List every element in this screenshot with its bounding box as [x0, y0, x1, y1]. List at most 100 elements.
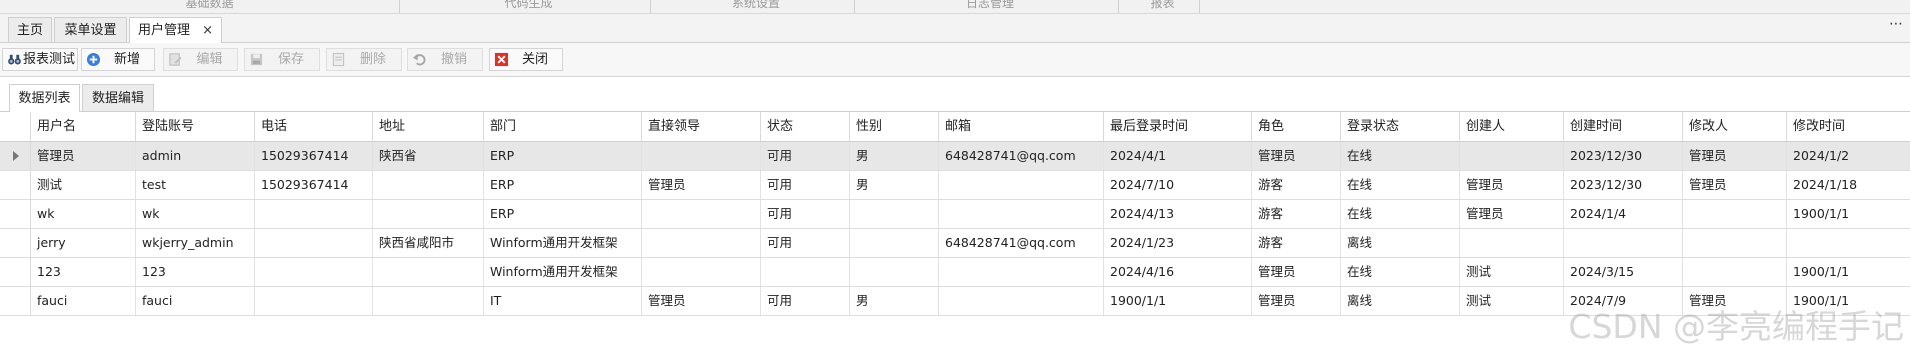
- table-cell[interactable]: 1900/1/1: [1787, 200, 1910, 228]
- close-icon[interactable]: ×: [202, 18, 213, 43]
- table-cell[interactable]: 测试: [1460, 258, 1564, 286]
- row-indicator[interactable]: [0, 142, 31, 170]
- menu-item-basic-data[interactable]: 基础数据: [14, 0, 400, 13]
- table-cell[interactable]: ERP: [484, 171, 642, 199]
- row-indicator[interactable]: [0, 258, 31, 286]
- table-cell[interactable]: 123: [31, 258, 136, 286]
- table-cell[interactable]: 可用: [761, 229, 850, 257]
- table-cell[interactable]: 2024/1/23: [1104, 229, 1252, 257]
- add-button[interactable]: 新增: [81, 48, 155, 71]
- table-row[interactable]: 测试 test 15029367414 ERP 管理员 可用男 2024/7/10 游客 在线管…: [0, 171, 1910, 200]
- table-cell[interactable]: wk: [136, 200, 255, 228]
- table-cell[interactable]: 2024/4/1: [1104, 142, 1252, 170]
- table-cell[interactable]: fauci: [136, 287, 255, 315]
- column-header[interactable]: 直接领导: [642, 112, 761, 141]
- table-cell[interactable]: [255, 258, 373, 286]
- table-cell[interactable]: [642, 229, 761, 257]
- table-cell[interactable]: [1460, 229, 1564, 257]
- menu-item-system-settings[interactable]: 系统设置: [652, 0, 855, 13]
- column-header[interactable]: 登陆账号: [136, 112, 255, 141]
- tab-user-management[interactable]: 用户管理 ×: [129, 17, 222, 43]
- table-cell[interactable]: jerry: [31, 229, 136, 257]
- table-cell[interactable]: 游客: [1252, 229, 1341, 257]
- table-cell[interactable]: fauci: [31, 287, 136, 315]
- table-cell[interactable]: ERP: [484, 142, 642, 170]
- table-cell[interactable]: wk: [31, 200, 136, 228]
- column-header[interactable]: 最后登录时间: [1104, 112, 1252, 141]
- table-cell[interactable]: 管理员: [1460, 171, 1564, 199]
- table-cell[interactable]: Winform通用开发框架: [484, 258, 642, 286]
- table-cell[interactable]: 可用: [761, 142, 850, 170]
- more-options-icon[interactable]: ⋯: [1889, 16, 1904, 32]
- table-cell[interactable]: 男: [850, 142, 939, 170]
- table-cell[interactable]: 2024/1/4: [1564, 200, 1683, 228]
- table-cell[interactable]: 测试: [1460, 287, 1564, 315]
- table-row[interactable]: 管理员 admin 15029367414 陕西省 ERP 可用男 648428741@qq…: [0, 142, 1910, 171]
- table-cell[interactable]: [939, 171, 1104, 199]
- table-cell[interactable]: 管理员: [1683, 171, 1787, 199]
- table-cell[interactable]: [255, 287, 373, 315]
- table-cell[interactable]: 2024/1/2: [1787, 142, 1910, 170]
- table-cell[interactable]: 男: [850, 171, 939, 199]
- table-cell[interactable]: [373, 287, 484, 315]
- table-cell[interactable]: 管理员: [642, 287, 761, 315]
- column-header[interactable]: 电话: [255, 112, 373, 141]
- column-header[interactable]: 状态: [761, 112, 850, 141]
- column-header[interactable]: 修改时间: [1787, 112, 1910, 141]
- table-cell[interactable]: 可用: [761, 171, 850, 199]
- table-cell[interactable]: wkjerry_admin: [136, 229, 255, 257]
- table-cell[interactable]: 管理员: [31, 142, 136, 170]
- table-cell[interactable]: test: [136, 171, 255, 199]
- table-cell[interactable]: 2024/7/10: [1104, 171, 1252, 199]
- undo-button[interactable]: 撤销: [407, 48, 483, 71]
- table-cell[interactable]: 在线: [1341, 258, 1460, 286]
- table-row[interactable]: jerry wkjerry_admin 陕西省咸阳市 Winform通用开发框架 可用 6…: [0, 229, 1910, 258]
- report-test-button[interactable]: 报表测试: [2, 48, 78, 71]
- table-cell[interactable]: [1564, 229, 1683, 257]
- table-cell[interactable]: [1683, 258, 1787, 286]
- table-cell[interactable]: [939, 200, 1104, 228]
- table-cell[interactable]: 陕西省: [373, 142, 484, 170]
- table-cell[interactable]: 离线: [1341, 287, 1460, 315]
- table-cell[interactable]: 123: [136, 258, 255, 286]
- table-cell[interactable]: 15029367414: [255, 142, 373, 170]
- table-cell[interactable]: 2024/4/13: [1104, 200, 1252, 228]
- row-indicator[interactable]: [0, 200, 31, 228]
- column-header[interactable]: 用户名: [31, 112, 136, 141]
- table-cell[interactable]: [255, 200, 373, 228]
- table-cell[interactable]: 2023/12/30: [1564, 171, 1683, 199]
- table-cell[interactable]: 可用: [761, 200, 850, 228]
- table-cell[interactable]: [850, 229, 939, 257]
- table-cell[interactable]: 648428741@qq.com: [939, 229, 1104, 257]
- table-cell[interactable]: 游客: [1252, 171, 1341, 199]
- table-row[interactable]: 123 123 Winform通用开发框架 2024/4/16 管理员 在线 测试 2024/…: [0, 258, 1910, 287]
- column-header[interactable]: 创建人: [1460, 112, 1564, 141]
- table-cell[interactable]: Winform通用开发框架: [484, 229, 642, 257]
- table-cell[interactable]: 游客: [1252, 200, 1341, 228]
- table-cell[interactable]: 陕西省咸阳市: [373, 229, 484, 257]
- column-header[interactable]: 部门: [484, 112, 642, 141]
- table-cell[interactable]: 离线: [1341, 229, 1460, 257]
- column-header[interactable]: 创建时间: [1564, 112, 1683, 141]
- table-cell[interactable]: [1683, 200, 1787, 228]
- table-cell[interactable]: [850, 258, 939, 286]
- table-cell[interactable]: [939, 258, 1104, 286]
- column-header[interactable]: 角色: [1252, 112, 1341, 141]
- table-cell[interactable]: 可用: [761, 287, 850, 315]
- table-cell[interactable]: [1460, 142, 1564, 170]
- table-cell[interactable]: 在线: [1341, 200, 1460, 228]
- menu-item-reports[interactable]: 报表: [1120, 0, 1200, 13]
- table-cell[interactable]: [1787, 229, 1910, 257]
- table-cell[interactable]: admin: [136, 142, 255, 170]
- table-cell[interactable]: 在线: [1341, 142, 1460, 170]
- table-cell[interactable]: 648428741@qq.com: [939, 142, 1104, 170]
- row-indicator[interactable]: [0, 171, 31, 199]
- table-row[interactable]: wk wk ERP 可用 2024/4/13 游客 在线 管理员 2024/1/4 1900/1/…: [0, 200, 1910, 229]
- table-cell[interactable]: 管理员: [1460, 200, 1564, 228]
- table-cell[interactable]: 在线: [1341, 171, 1460, 199]
- table-cell[interactable]: [255, 229, 373, 257]
- tab-data-list[interactable]: 数据列表: [9, 84, 80, 112]
- table-cell[interactable]: 1900/1/1: [1787, 258, 1910, 286]
- tab-home[interactable]: 主页: [8, 17, 52, 42]
- table-cell[interactable]: 管理员: [1252, 258, 1341, 286]
